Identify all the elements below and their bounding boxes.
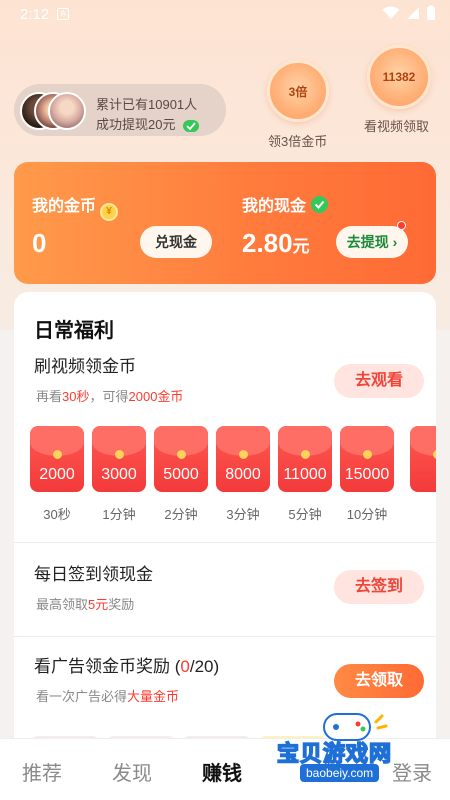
envelope-icon: 11000 [278,426,332,492]
envelope-amount: 11000 [283,466,327,483]
status-bar: 2:12 A [0,0,450,30]
cash-label: 我的现金 [242,198,307,215]
envelope-amount: 3000 [101,466,137,483]
withdraw-count-text: 累计已有10901人 [96,97,198,112]
task-title: 刷视频领金币 [34,357,136,376]
claim-ad-reward-button[interactable]: 去领取 [334,664,424,698]
wallet-card: 我的金币 ¥ 0 兑现金 我的现金 2.80元 去提现 › [14,162,436,284]
video-reward-button[interactable]: 11382 [367,45,431,109]
envelope-icon: 5000 [154,426,208,492]
task-progress: 0 [180,657,190,676]
avatar [48,92,86,130]
envelope-amount: 5000 [163,466,199,483]
withdraw-button[interactable]: 去提现 › [336,226,408,258]
red-envelope-row[interactable]: 2000 30秒 3000 1分钟 5000 2分钟 8000 3分钟 1100… [30,426,436,536]
wifi-icon [382,6,400,19]
withdraw-ticker: 累计已有10901人 成功提现20元 [14,84,226,136]
section-title: 日常福利 [34,320,114,342]
check-icon [311,196,329,213]
envelope-icon: 8000 [216,426,270,492]
envelope-time: 30秒 [43,507,71,522]
envelope-icon: 2000 [30,426,84,492]
cash-unit: 元 [292,237,310,256]
red-envelope[interactable] [410,426,436,504]
coins-label: 我的金币 [32,198,97,215]
daily-welfare-panel: 日常福利 刷视频领金币 再看30秒，可得2000金币 去观看 2000 30秒 … [14,292,436,752]
nav-item-recommend[interactable]: 推荐 [22,757,62,786]
envelope-icon: 15000 [340,426,394,492]
sign-in-button[interactable]: 去签到 [334,570,424,604]
cash-title: 我的现金 [242,192,329,216]
triple-coin-button[interactable]: 3倍 [267,60,329,122]
triple-coin-label: 领3倍金币 [268,134,328,149]
task-title: 每日签到领现金 [34,565,153,584]
cash-amount: 2.80 [242,228,293,258]
cash-value: 2.80元 [242,228,310,259]
coins-title: 我的金币 ¥ [32,192,119,221]
check-icon [183,119,200,132]
withdraw-amount-label: 成功提现20元 [96,117,176,132]
divider [14,542,436,543]
envelope-time: 3分钟 [226,507,260,522]
red-envelope[interactable]: 15000 10分钟 [340,426,394,523]
task-sub-text: 奖励 [108,597,135,612]
task-subtitle: 再看30秒，可得2000金币 [36,386,183,405]
envelope-amount: 2000 [39,466,75,483]
coins-value: 0 [32,228,47,258]
notification-icon: A [57,8,69,20]
task-sub-highlight: 大量金币 [127,689,180,704]
red-envelope[interactable]: 3000 1分钟 [92,426,146,523]
notification-dot [397,221,406,230]
envelope-time: 5分钟 [288,507,322,522]
red-envelope[interactable]: 5000 2分钟 [154,426,208,523]
coin-icon: ¥ [100,203,119,221]
task-subtitle: 最高领取5元奖励 [36,594,134,613]
watermark-url: baobeiy.com [300,764,380,782]
task-title-text: /20) [189,657,220,676]
envelope-amount: 15000 [344,466,390,483]
envelope-icon: 3000 [92,426,146,492]
task-title: 看广告领金币奖励 (0/20) [34,652,219,677]
withdraw-amount-text: 成功提现20元 [96,114,200,133]
task-sub-highlight: 30秒 [62,389,90,404]
task-subtitle: 看一次广告必得大量金币 [36,686,179,705]
nav-item-earn[interactable]: 赚钱 [202,757,242,786]
envelope-amount: 8000 [225,466,261,483]
nav-item-discover[interactable]: 发现 [112,757,152,786]
task-sub-text: 最高领取 [36,597,89,612]
divider [14,636,436,637]
status-time: 2:12 [20,6,50,23]
envelope-time: 1分钟 [102,507,136,522]
signal-icon [407,7,419,19]
envelope-time: 2分钟 [164,507,198,522]
red-envelope[interactable]: 2000 30秒 [30,426,84,523]
envelope-icon [410,426,436,492]
red-envelope[interactable]: 11000 5分钟 [278,426,332,523]
video-reward-label: 看视频领取 [364,119,430,134]
task-sub-highlight: 5元 [88,597,109,612]
envelope-time: 10分钟 [346,507,388,522]
task-sub-text: 看一次广告必得 [36,689,128,704]
task-sub-text: ，可得 [89,389,129,404]
exchange-cash-button[interactable]: 兑现金 [140,226,212,258]
task-sub-highlight: 2000金币 [128,389,184,404]
battery-icon [427,5,435,20]
status-icons [382,5,436,21]
red-envelope[interactable]: 8000 3分钟 [216,426,270,523]
task-title-text: 看广告领金币奖励 ( [34,657,181,676]
task-sub-text: 再看 [36,389,63,404]
watch-video-button[interactable]: 去观看 [334,364,424,398]
